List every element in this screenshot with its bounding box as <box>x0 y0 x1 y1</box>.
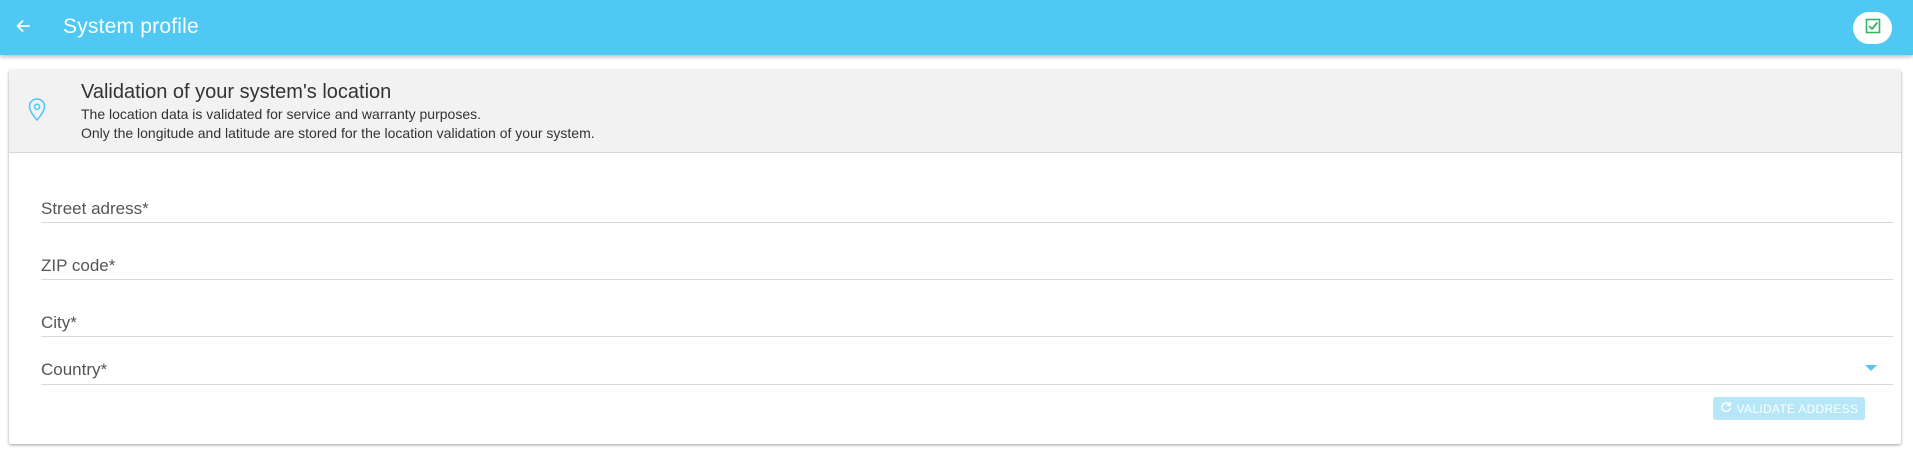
map-pin-icon <box>26 97 48 123</box>
validate-address-button[interactable]: VALIDATE ADDRESS <box>1713 397 1865 420</box>
save-button[interactable] <box>1853 12 1892 44</box>
app-bar: System profile <box>0 0 1913 55</box>
location-validation-card: Validation of your system's location The… <box>9 70 1901 444</box>
zip-code-label: ZIP code* <box>41 256 116 275</box>
street-address-field[interactable]: Street adress* <box>41 180 1893 223</box>
card-header: Validation of your system's location The… <box>9 70 1901 153</box>
city-field[interactable]: City* <box>41 287 1893 337</box>
country-label: Country* <box>41 360 108 379</box>
card-title: Validation of your system's location <box>81 81 392 103</box>
country-select[interactable]: Country* <box>41 345 1893 385</box>
chevron-down-icon[interactable] <box>1865 365 1877 371</box>
refresh-icon <box>1720 401 1732 416</box>
card-description-line-2: Only the longitude and latitude are stor… <box>81 125 595 141</box>
page-title: System profile <box>63 15 199 38</box>
arrow-left-icon <box>15 18 31 39</box>
checkbox-checked-icon <box>1865 18 1881 39</box>
back-button[interactable] <box>6 11 40 45</box>
street-address-label: Street adress* <box>41 199 149 218</box>
validate-address-label: VALIDATE ADDRESS <box>1736 401 1859 416</box>
city-label: City* <box>41 313 77 332</box>
card-description-line-1: The location data is validated for servi… <box>81 106 481 122</box>
zip-code-field[interactable]: ZIP code* <box>41 230 1893 280</box>
